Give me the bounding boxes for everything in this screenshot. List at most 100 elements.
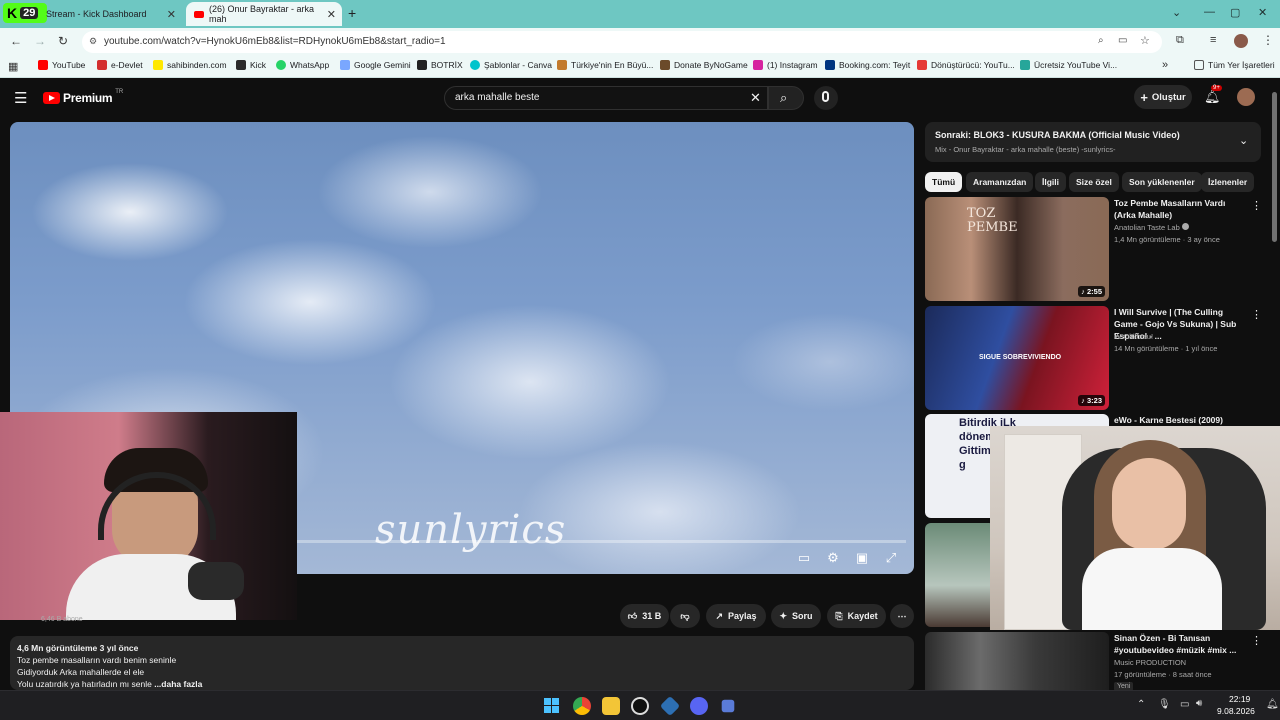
- more-bookmarks-icon[interactable]: »: [1162, 59, 1168, 71]
- zoom-icon[interactable]: ⌕: [1098, 35, 1104, 46]
- bookmark-botrix[interactable]: BOTRİX: [417, 60, 463, 70]
- save-button[interactable]: ⎘ Kaydet: [827, 604, 886, 628]
- bookmark-youtube[interactable]: YouTube: [38, 60, 85, 70]
- video-thumbnail[interactable]: [925, 523, 995, 627]
- browser-menu-icon[interactable]: ⋮: [1262, 33, 1274, 47]
- like-button[interactable]: 👍︎ 31 B: [620, 604, 669, 628]
- ask-button[interactable]: ✦ Soru: [771, 604, 821, 628]
- site-info-icon[interactable]: ⚙: [89, 36, 97, 47]
- clear-search-icon[interactable]: ✕: [750, 90, 761, 106]
- forward-icon[interactable]: →: [34, 34, 46, 48]
- address-bar[interactable]: ⚙ youtube.com/watch?v=HynokU6mEb8&list=R…: [82, 31, 1162, 53]
- cast-icon[interactable]: ▭: [1118, 35, 1127, 46]
- channel-name[interactable]: W-Okkotsu!: [1114, 332, 1153, 341]
- chip-recently-uploaded[interactable]: Son yüklenenler: [1122, 172, 1202, 192]
- chevron-down-icon[interactable]: ⌄: [1239, 134, 1248, 147]
- show-more-link[interactable]: ...daha fazla: [154, 679, 202, 689]
- bynogame-icon: [660, 60, 670, 70]
- close-tab-icon[interactable]: ✕: [327, 8, 336, 21]
- theater-mode-icon[interactable]: ▣: [852, 548, 872, 568]
- video-thumbnail[interactable]: TOZ PEMBE ♪ 2:55: [925, 197, 1109, 301]
- close-tab-icon[interactable]: ✕: [167, 8, 176, 21]
- windows-start-icon[interactable]: [543, 697, 561, 715]
- bookmark-converter[interactable]: Dönüştürücü: YouTu...: [917, 60, 1015, 70]
- bookmark-whatsapp[interactable]: WhatsApp: [276, 60, 329, 70]
- back-icon[interactable]: ←: [10, 34, 22, 48]
- volume-icon[interactable]: 🔊︎: [1196, 698, 1202, 709]
- bookmark-edevlet[interactable]: e-Devlet: [97, 60, 143, 70]
- reading-list-icon[interactable]: ≡: [1210, 34, 1216, 46]
- discord-icon[interactable]: [690, 697, 708, 715]
- recommended-video[interactable]: TOZ PEMBE ♪ 2:55 Toz Pembe Masalların Va…: [925, 197, 1265, 301]
- minimize-icon[interactable]: —: [1204, 6, 1215, 18]
- bookmark-canva[interactable]: Şablonlar - Canva: [470, 60, 552, 70]
- notifications-icon[interactable]: 🔔︎ 9+: [1204, 85, 1222, 105]
- maximize-icon[interactable]: ▢: [1230, 6, 1240, 19]
- chrome-icon[interactable]: [573, 697, 591, 715]
- app-icon[interactable]: [721, 699, 735, 713]
- hamburger-menu-icon[interactable]: ☰: [14, 89, 27, 107]
- notifications-center-icon[interactable]: 🔔︎: [1266, 699, 1279, 710]
- extensions-icon[interactable]: ⧉: [1176, 34, 1184, 47]
- create-button[interactable]: + Oluştur: [1134, 85, 1192, 109]
- subtitles-icon[interactable]: ▭: [794, 548, 814, 568]
- chip-from-search[interactable]: Aramanızdan: [966, 172, 1034, 192]
- profile-avatar[interactable]: [1234, 34, 1248, 48]
- tab-youtube-active[interactable]: (26) Onur Bayraktar - arka mah ✕: [186, 2, 342, 26]
- chip-for-you[interactable]: Size özel: [1069, 172, 1119, 192]
- video-title[interactable]: eWo - Karne Bestesi (2009): [1114, 414, 1246, 426]
- file-explorer-icon[interactable]: [602, 697, 620, 715]
- more-options-icon[interactable]: ⋮: [1251, 308, 1262, 321]
- bookmark-bynogame[interactable]: Donate ByNoGame: [660, 60, 748, 70]
- description-box[interactable]: 4,6 Mn görüntüleme 3 yıl önce Toz pembe …: [10, 636, 914, 690]
- more-options-icon[interactable]: ⋮: [1251, 634, 1262, 647]
- more-options-icon[interactable]: ⋮: [1251, 199, 1262, 212]
- recommended-video[interactable]: Sinan Özen - Bi Tanısan #youtubevideo #m…: [925, 632, 1265, 691]
- channel-name[interactable]: Music PRODUCTION: [1114, 658, 1186, 667]
- voice-search-button[interactable]: [814, 86, 838, 110]
- recommended-video[interactable]: SIGUE SOBREVIVIENDO ♪ 3:23 I Will Surviv…: [925, 306, 1265, 410]
- bookmark-kick[interactable]: Kick: [236, 60, 266, 70]
- video-title[interactable]: Toz Pembe Masalların Vardı (Arka Mahalle…: [1114, 197, 1246, 221]
- bookmark-star-icon[interactable]: ☆: [1140, 34, 1150, 47]
- search-input[interactable]: arka mahalle beste ✕: [444, 86, 768, 110]
- fullscreen-icon[interactable]: ⤢: [881, 548, 901, 568]
- dislike-button[interactable]: 👎︎: [670, 604, 700, 628]
- app-icon[interactable]: [659, 695, 681, 717]
- settings-gear-icon[interactable]: ⚙: [823, 548, 843, 568]
- search-button[interactable]: ⌕: [768, 86, 804, 110]
- page-scrollbar[interactable]: [1272, 92, 1277, 242]
- microphone-icon[interactable]: 🎙︎: [1158, 699, 1171, 710]
- video-title[interactable]: Sinan Özen - Bi Tanısan #youtubevideo #m…: [1114, 632, 1246, 656]
- bookmark-turkiye[interactable]: Türkiye'nin En Büyü...: [557, 60, 653, 70]
- more-actions-button[interactable]: ⋯: [890, 604, 914, 628]
- apps-grid-icon[interactable]: ▦: [8, 60, 18, 73]
- chip-watched[interactable]: İzlenenler: [1201, 172, 1255, 192]
- reload-icon[interactable]: ↻: [58, 34, 68, 48]
- new-tab-button[interactable]: +: [348, 5, 356, 21]
- channel-name[interactable]: Anatolian Taste Lab: [1114, 223, 1189, 232]
- bookmark-gemini[interactable]: Google Gemini: [340, 60, 411, 70]
- bookmark-instagram[interactable]: (1) Instagram: [753, 60, 818, 70]
- account-avatar[interactable]: [1237, 88, 1255, 106]
- video-thumbnail[interactable]: [925, 632, 1109, 690]
- chip-all[interactable]: Tümü: [925, 172, 963, 192]
- obs-icon[interactable]: [631, 697, 649, 715]
- clock-date[interactable]: 9.08.2026: [1217, 706, 1255, 716]
- up-next-panel[interactable]: Sonraki: BLOK3 - KUSURA BAKMA (Official …: [925, 122, 1261, 162]
- network-icon[interactable]: ▭: [1180, 699, 1189, 710]
- close-window-icon[interactable]: ✕: [1258, 6, 1267, 19]
- clock-time[interactable]: 22:19: [1229, 694, 1250, 704]
- bookmark-booking[interactable]: Booking.com: Teyit: [825, 60, 910, 70]
- tab-kick-dashboard[interactable]: Stream - Kick Dashboard ✕: [38, 2, 182, 26]
- youtube-play-icon: [43, 92, 60, 104]
- video-thumbnail[interactable]: SIGUE SOBREVIVIENDO ♪ 3:23: [925, 306, 1109, 410]
- youtube-logo[interactable]: Premium TR: [43, 89, 123, 105]
- tab-search-icon[interactable]: ⌄: [1172, 6, 1181, 19]
- bookmark-sahibinden[interactable]: sahibinden.com: [153, 60, 227, 70]
- share-button[interactable]: ↗ Paylaş: [706, 604, 766, 628]
- chip-related[interactable]: İlgili: [1035, 172, 1066, 192]
- tray-chevron-icon[interactable]: ⌃: [1137, 699, 1145, 710]
- bookmark-youtube-free[interactable]: Ücretsiz YouTube Vi...: [1020, 60, 1117, 70]
- all-bookmarks[interactable]: Tüm Yer İşaretleri: [1194, 60, 1275, 70]
